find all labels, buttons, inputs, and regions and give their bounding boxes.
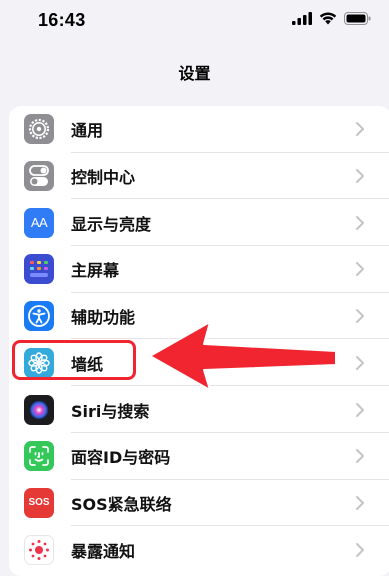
wifi-icon: [319, 12, 337, 25]
row-label: SOS紧急联络: [71, 494, 172, 514]
gear-icon: [24, 114, 54, 145]
row-label: 控制中心: [71, 168, 136, 188]
row-label: 通用: [71, 121, 104, 141]
status-bar: 16:43: [0, 0, 389, 44]
text-size-glyph: AA: [30, 215, 48, 231]
chevron-right-icon: [356, 262, 364, 277]
row-label: Siri与搜索: [71, 401, 150, 421]
chevron-right-icon: [356, 449, 364, 464]
settings-row-general[interactable]: 通用: [9, 106, 389, 153]
page-title: 设置: [178, 64, 211, 83]
chevron-right-icon: [356, 309, 364, 324]
status-time: 16:43: [38, 10, 86, 30]
row-label: 面容ID与密码: [71, 448, 171, 468]
text-size-icon: AA: [24, 207, 54, 238]
chevron-right-icon: [356, 402, 364, 417]
chevron-right-icon: [356, 169, 364, 184]
chevron-right-icon: [356, 495, 364, 510]
row-label: 主屏幕: [71, 261, 120, 281]
siri-icon: [24, 394, 54, 425]
chevron-right-icon: [356, 355, 364, 370]
face-id-icon: [24, 441, 54, 472]
row-label: 辅助功能: [71, 308, 136, 328]
settings-row-home-screen[interactable]: 主屏幕: [9, 246, 389, 293]
exposure-icon: [24, 534, 54, 565]
sos-glyph: SOS: [28, 497, 50, 509]
toggles-icon: [24, 161, 54, 192]
settings-row-face-id[interactable]: 面容ID与密码: [9, 433, 389, 480]
status-icons: [292, 12, 371, 25]
settings-row-control-center[interactable]: 控制中心: [9, 153, 389, 200]
home-grid-icon: [24, 254, 54, 285]
chevron-right-icon: [356, 215, 364, 230]
settings-row-emergency-sos[interactable]: SOS SOS紧急联络: [9, 480, 389, 527]
chevron-right-icon: [356, 122, 364, 137]
settings-row-siri[interactable]: Siri与搜索: [9, 386, 389, 433]
row-label: 暴露通知: [71, 541, 136, 561]
row-label: 墙纸: [71, 354, 104, 374]
sos-icon: SOS: [24, 487, 54, 518]
accessibility-icon: [24, 301, 54, 332]
chevron-right-icon: [356, 542, 364, 557]
arrow-annotation-icon: [149, 321, 337, 391]
flower-icon: [24, 347, 54, 378]
settings-row-exposure[interactable]: 暴露通知: [9, 526, 389, 573]
battery-icon: [344, 12, 371, 25]
row-label: 显示与亮度: [71, 214, 152, 234]
settings-row-display[interactable]: AA 显示与亮度: [9, 199, 389, 247]
signal-icon: [292, 12, 312, 25]
